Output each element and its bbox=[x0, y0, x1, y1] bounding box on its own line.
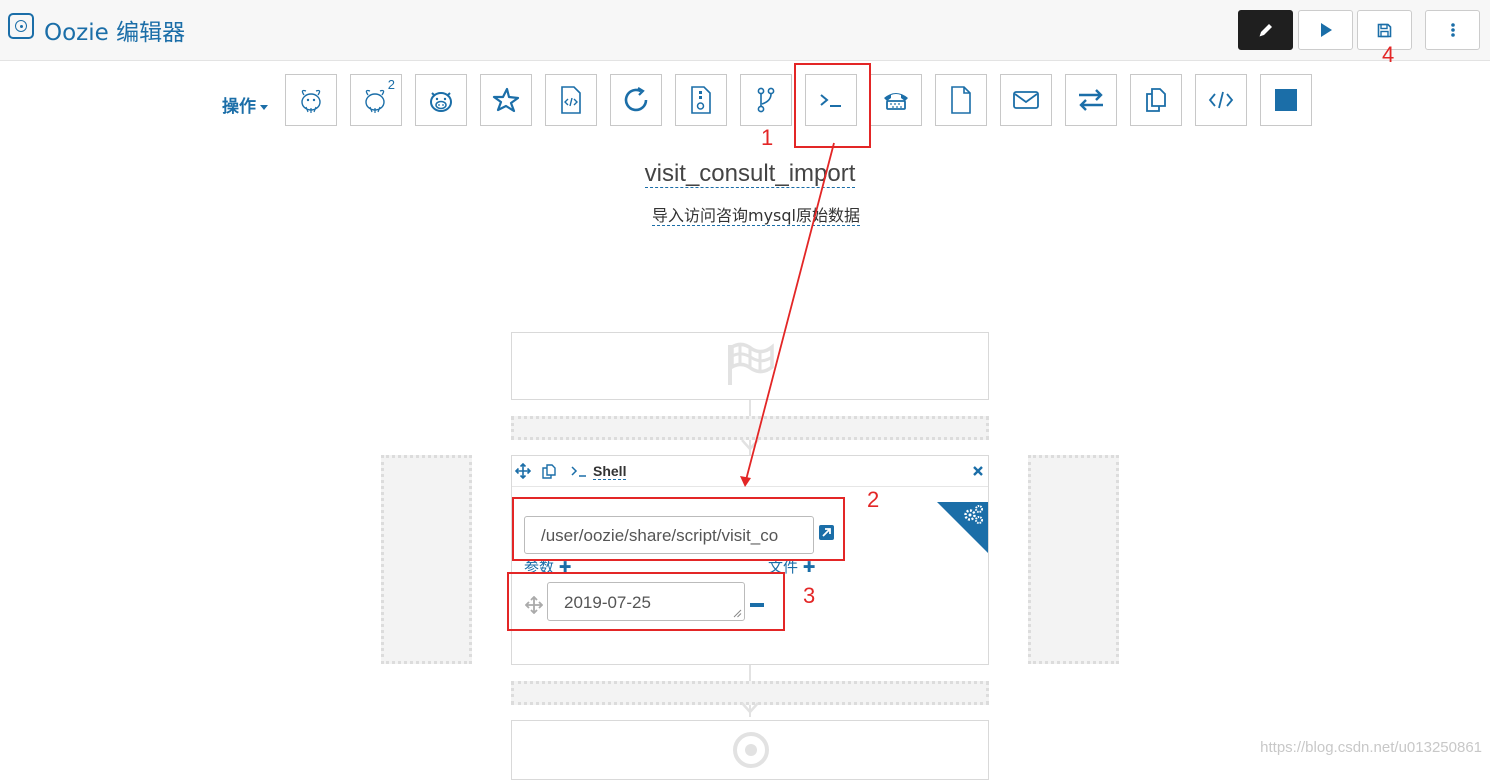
annotation-arrow bbox=[740, 142, 835, 487]
watermark: https://blog.csdn.net/u013250861 bbox=[1260, 739, 1482, 756]
